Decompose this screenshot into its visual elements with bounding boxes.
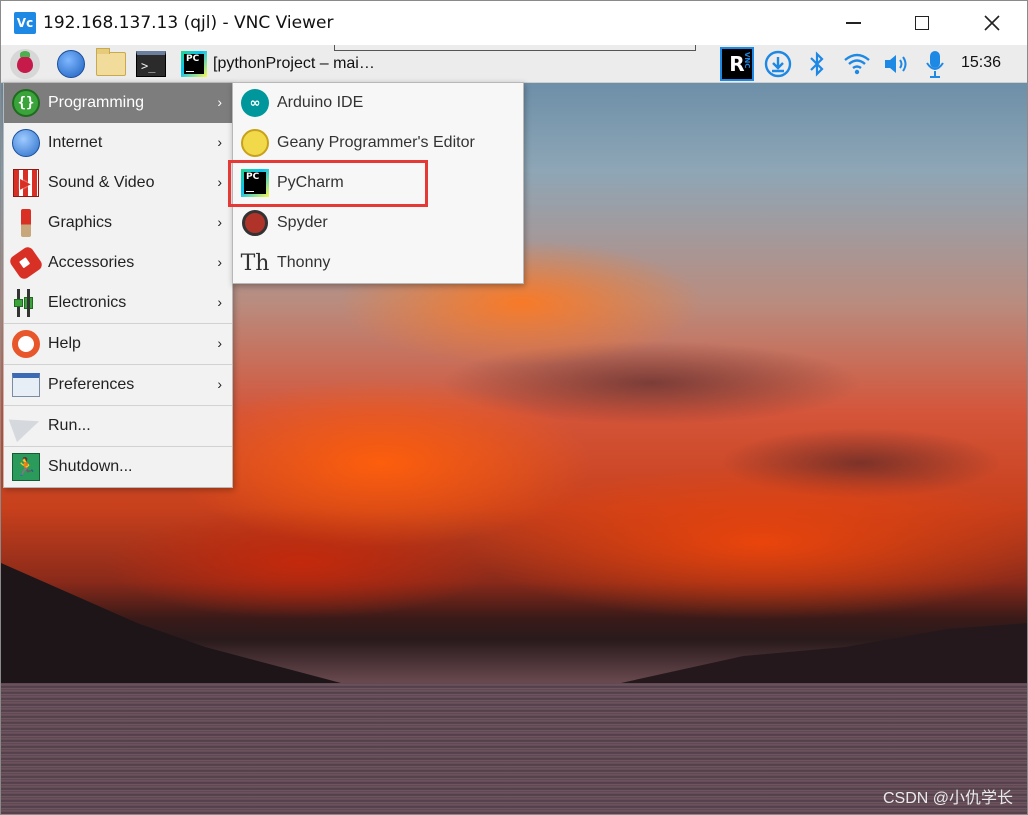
menu-item-label: Graphics <box>48 214 113 231</box>
menu-item-internet[interactable]: Internet › <box>4 123 232 163</box>
csdn-watermark: CSDN @小仇学长 <box>882 790 1013 807</box>
updates-tray-button[interactable] <box>761 47 795 81</box>
chevron-right-icon: › <box>217 134 222 150</box>
menu-item-label: Programming <box>48 94 145 111</box>
realvnc-tray-button[interactable]: R VNC <box>720 47 754 81</box>
pycharm-icon: PC <box>181 51 207 77</box>
raspberry-menu-button[interactable] <box>9 49 41 79</box>
wallpaper-mountain-left <box>1 563 341 683</box>
wallpaper-mountain-right <box>621 623 1027 683</box>
chevron-right-icon: › <box>217 174 222 190</box>
thonny-icon: Th <box>240 250 270 276</box>
menu-item-label: Help <box>48 335 81 352</box>
raspberry-pi-icon <box>10 49 40 79</box>
programming-icon: {} <box>12 89 40 117</box>
main-menu: {} Programming › Internet › Sound & Vide… <box>3 82 233 488</box>
menu-item-label: Accessories <box>48 254 135 271</box>
chevron-right-icon: › <box>217 94 222 110</box>
submenu-item-label: Spyder <box>277 214 328 231</box>
menu-item-shutdown[interactable]: 🏃 Shutdown... <box>4 446 232 487</box>
vnc-viewer-logo-icon: Vc <box>14 12 36 34</box>
window-title: 192.168.137.13 (qjl) - VNC Viewer <box>43 13 334 33</box>
chevron-right-icon: › <box>217 254 222 270</box>
globe-icon <box>57 50 85 78</box>
bluetooth-icon <box>810 51 824 77</box>
terminal-icon: >_ <box>136 51 166 77</box>
title-bar[interactable]: Vc 192.168.137.13 (qjl) - VNC Viewer <box>1 1 1027 45</box>
terminal-launcher[interactable]: >_ <box>134 49 168 79</box>
file-manager-launcher[interactable] <box>94 48 128 79</box>
preferences-icon <box>12 373 40 397</box>
maximize-button[interactable] <box>887 1 957 45</box>
accessories-icon <box>7 244 45 282</box>
close-button[interactable] <box>957 1 1027 45</box>
chevron-right-icon: › <box>217 214 222 230</box>
close-icon <box>984 15 1000 31</box>
submenu-item-arduino-ide[interactable]: ∞ Arduino IDE <box>233 83 523 123</box>
shutdown-exit-icon: 🏃 <box>12 453 40 481</box>
menu-item-label: Internet <box>48 134 103 151</box>
minimize-icon <box>845 22 861 24</box>
bluetooth-tray-button[interactable] <box>800 47 834 81</box>
microphone-icon <box>926 51 944 78</box>
realvnc-icon: R VNC <box>720 47 754 81</box>
volume-icon <box>885 55 907 73</box>
wallpaper-water <box>1 683 1027 814</box>
vnc-viewer-window: Vc 192.168.137.13 (qjl) - VNC Viewer >_ … <box>0 0 1028 815</box>
menu-item-label: Sound & Video <box>48 174 155 191</box>
menu-item-label: Electronics <box>48 294 127 311</box>
chevron-right-icon: › <box>217 335 222 351</box>
menu-item-run[interactable]: Run... <box>4 405 232 446</box>
wifi-icon <box>844 53 870 75</box>
taskbar-pycharm-window[interactable]: PC [pythonProject – mai… <box>181 49 381 79</box>
menu-item-graphics[interactable]: Graphics › <box>4 203 232 243</box>
folder-icon <box>96 48 126 76</box>
chevron-right-icon: › <box>217 376 222 392</box>
web-browser-launcher[interactable] <box>55 49 87 79</box>
microphone-tray-button[interactable] <box>918 47 952 81</box>
maximize-icon <box>915 16 929 30</box>
menu-item-label: Preferences <box>48 376 135 393</box>
spyder-icon <box>242 210 268 236</box>
submenu-item-label: Thonny <box>277 254 331 271</box>
sound-video-icon <box>13 169 39 197</box>
menu-item-label: Shutdown... <box>48 458 133 475</box>
submenu-item-spyder[interactable]: Spyder <box>233 203 523 243</box>
arduino-icon: ∞ <box>241 89 269 117</box>
menu-item-accessories[interactable]: Accessories › <box>4 243 232 283</box>
graphics-icon <box>21 209 31 237</box>
menu-item-preferences[interactable]: Preferences › <box>4 364 232 405</box>
pycharm-highlight-box <box>228 160 428 207</box>
menu-item-electronics[interactable]: Electronics › <box>4 283 232 323</box>
minimize-button[interactable] <box>818 1 888 45</box>
submenu-item-label: Arduino IDE <box>277 94 364 111</box>
panel-blank-field <box>334 45 696 51</box>
electronics-icon <box>13 289 39 317</box>
menu-item-help[interactable]: Help › <box>4 323 232 364</box>
menu-item-sound-video[interactable]: Sound & Video › <box>4 163 232 203</box>
help-lifebuoy-icon <box>12 330 40 358</box>
paper-plane-run-icon <box>8 409 44 443</box>
volume-tray-button[interactable] <box>880 47 914 81</box>
submenu-item-geany[interactable]: Geany Programmer's Editor <box>233 123 523 163</box>
submenu-item-label: Geany Programmer's Editor <box>277 134 475 151</box>
submenu-item-thonny[interactable]: Th Thonny <box>233 243 523 283</box>
internet-icon <box>12 129 40 157</box>
menu-item-label: Run... <box>48 417 91 434</box>
geany-icon <box>241 129 269 157</box>
panel-clock[interactable]: 15:36 <box>961 54 1001 72</box>
menu-item-programming[interactable]: {} Programming › <box>4 83 232 123</box>
chevron-right-icon: › <box>217 294 222 310</box>
wifi-tray-button[interactable] <box>840 47 874 81</box>
taskbar-window-label: [pythonProject – mai… <box>213 55 375 72</box>
download-icon <box>764 50 792 78</box>
top-panel: >_ PC [pythonProject – mai… R VNC 15:36 <box>1 45 1027 83</box>
